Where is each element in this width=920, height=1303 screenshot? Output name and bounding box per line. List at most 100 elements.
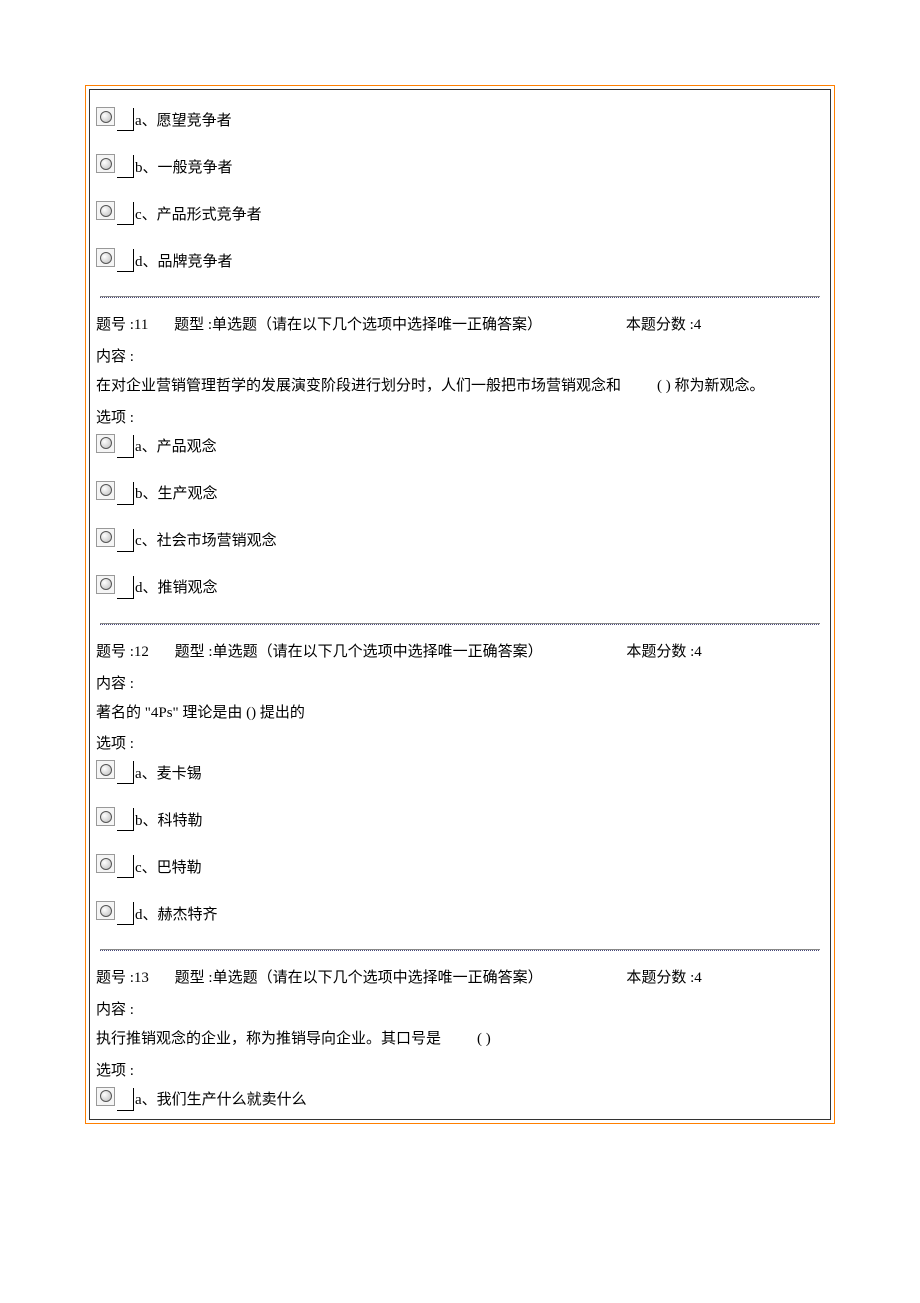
qtype-prefix: 题型 : — [174, 317, 212, 333]
option-label: a、麦卡锡 — [135, 765, 202, 785]
score-value: 4 — [694, 317, 702, 333]
radio-icon[interactable] — [96, 854, 115, 873]
radio-icon[interactable] — [96, 107, 115, 126]
qnum-prefix: 题号 : — [96, 644, 134, 660]
question-type: 题型 :单选题（请在以下几个选项中选择唯一正确答案） — [175, 637, 543, 667]
option-label: d、品牌竞争者 — [135, 253, 233, 273]
question-type: 题型 :单选题（请在以下几个选项中选择唯一正确答案） — [174, 310, 542, 340]
score-value: 4 — [694, 970, 702, 986]
radio-icon[interactable] — [96, 154, 115, 173]
qtype-value: 单选题（请在以下几个选项中选择唯一正确答案） — [212, 317, 542, 333]
qtype-value: 单选题（请在以下几个选项中选择唯一正确答案） — [213, 970, 543, 986]
option-label: c、社会市场营销观念 — [135, 532, 277, 552]
option-label: a、产品观念 — [135, 438, 217, 458]
qnum-prefix: 题号 : — [96, 970, 134, 986]
question-type: 题型 :单选题（请在以下几个选项中选择唯一正确答案） — [175, 963, 543, 993]
qtype-value: 单选题（请在以下几个选项中选择唯一正确答案） — [213, 644, 543, 660]
question-header: 题号 :12 题型 :单选题（请在以下几个选项中选择唯一正确答案） 本题分数 :… — [96, 637, 824, 667]
option-row: d、品牌竞争者 — [96, 249, 824, 272]
content-pre: 在对企业营销管理哲学的发展演变阶段进行划分时，人们一般把市场营销观念和 — [96, 378, 621, 394]
question-10-options: a、愿望竞争者 b、一般竞争者 c、产品形式竞争者 d、品牌竞争者 — [90, 90, 830, 302]
option-underline — [117, 108, 134, 131]
radio-icon[interactable] — [96, 434, 115, 453]
question-13: 题号 :13 题型 :单选题（请在以下几个选项中选择唯一正确答案） 本题分数 :… — [90, 955, 830, 1119]
option-label: d、推销观念 — [135, 579, 218, 599]
option-label: d、赫杰特齐 — [135, 906, 218, 926]
content-post: ( ) 称为新观念。 — [657, 372, 765, 401]
score-prefix: 本题分数 : — [626, 970, 694, 986]
question-header: 题号 :13 题型 :单选题（请在以下几个选项中选择唯一正确答案） 本题分数 :… — [96, 963, 824, 993]
qtype-prefix: 题型 : — [175, 644, 213, 660]
option-underline — [117, 808, 134, 831]
score-value: 4 — [694, 644, 702, 660]
question-number: 题号 :13 — [96, 963, 149, 993]
option-row: b、生产观念 — [96, 482, 824, 505]
question-content: 著名的 "4Ps" 理论是由 () 提出的 — [96, 699, 824, 728]
option-label: a、我们生产什么就卖什么 — [135, 1091, 307, 1111]
radio-icon[interactable] — [96, 1087, 115, 1106]
radio-icon[interactable] — [96, 575, 115, 594]
score-prefix: 本题分数 : — [626, 317, 694, 333]
question-11: 题号 :11 题型 :单选题（请在以下几个选项中选择唯一正确答案） 本题分数 :… — [90, 302, 830, 629]
score-prefix: 本题分数 : — [626, 644, 694, 660]
question-number: 题号 :12 — [96, 637, 149, 667]
qnum-prefix: 题号 : — [96, 317, 134, 333]
option-underline — [117, 202, 134, 225]
qnum-value: 13 — [134, 970, 149, 986]
option-label: c、产品形式竞争者 — [135, 206, 262, 226]
question-content: 在对企业营销管理哲学的发展演变阶段进行划分时，人们一般把市场营销观念和 ( ) 称… — [96, 372, 824, 401]
option-underline — [117, 435, 134, 458]
question-content: 执行推销观念的企业，称为推销导向企业。其口号是 ( ) — [96, 1025, 824, 1054]
option-label: b、生产观念 — [135, 485, 218, 505]
question-score: 本题分数 :4 — [626, 310, 701, 340]
option-row: d、赫杰特齐 — [96, 902, 824, 925]
content-label: 内容 : — [96, 342, 824, 372]
option-row: a、愿望竞争者 — [96, 108, 824, 131]
option-underline — [117, 249, 134, 272]
radio-icon[interactable] — [96, 807, 115, 826]
inner-container: a、愿望竞争者 b、一般竞争者 c、产品形式竞争者 d、品牌竞争者 — [89, 89, 831, 1120]
content-pre: 执行推销观念的企业，称为推销导向企业。其口号是 — [96, 1031, 441, 1047]
option-row: c、巴特勒 — [96, 855, 824, 878]
radio-icon[interactable] — [96, 481, 115, 500]
options-label: 选项 : — [96, 1056, 824, 1086]
option-underline — [117, 1088, 134, 1111]
option-underline — [117, 155, 134, 178]
content-post: ( ) — [477, 1025, 491, 1054]
options-label: 选项 : — [96, 729, 824, 759]
option-row: b、科特勒 — [96, 808, 824, 831]
qnum-value: 11 — [134, 317, 148, 333]
option-underline — [117, 902, 134, 925]
option-row: b、一般竞争者 — [96, 155, 824, 178]
option-underline — [117, 576, 134, 599]
option-label: b、一般竞争者 — [135, 159, 233, 179]
option-label: c、巴特勒 — [135, 859, 202, 879]
question-number: 题号 :11 — [96, 310, 148, 340]
option-underline — [117, 761, 134, 784]
option-label: a、愿望竞争者 — [135, 112, 232, 132]
page-container: a、愿望竞争者 b、一般竞争者 c、产品形式竞争者 d、品牌竞争者 — [85, 85, 835, 1124]
option-underline — [117, 529, 134, 552]
option-row: c、产品形式竞争者 — [96, 202, 824, 225]
content-label: 内容 : — [96, 995, 824, 1025]
options-label: 选项 : — [96, 403, 824, 433]
option-label: b、科特勒 — [135, 812, 203, 832]
option-row: a、产品观念 — [96, 435, 824, 458]
content-label: 内容 : — [96, 669, 824, 699]
option-row: a、我们生产什么就卖什么 — [96, 1088, 824, 1111]
option-underline — [117, 855, 134, 878]
question-header: 题号 :11 题型 :单选题（请在以下几个选项中选择唯一正确答案） 本题分数 :… — [96, 310, 824, 340]
separator — [100, 949, 820, 951]
question-score: 本题分数 :4 — [626, 963, 701, 993]
radio-icon[interactable] — [96, 248, 115, 267]
option-row: a、麦卡锡 — [96, 761, 824, 784]
qtype-prefix: 题型 : — [175, 970, 213, 986]
question-12: 题号 :12 题型 :单选题（请在以下几个选项中选择唯一正确答案） 本题分数 :… — [90, 629, 830, 956]
question-score: 本题分数 :4 — [626, 637, 701, 667]
radio-icon[interactable] — [96, 901, 115, 920]
radio-icon[interactable] — [96, 760, 115, 779]
radio-icon[interactable] — [96, 201, 115, 220]
radio-icon[interactable] — [96, 528, 115, 547]
qnum-value: 12 — [134, 644, 149, 660]
separator — [100, 623, 820, 625]
